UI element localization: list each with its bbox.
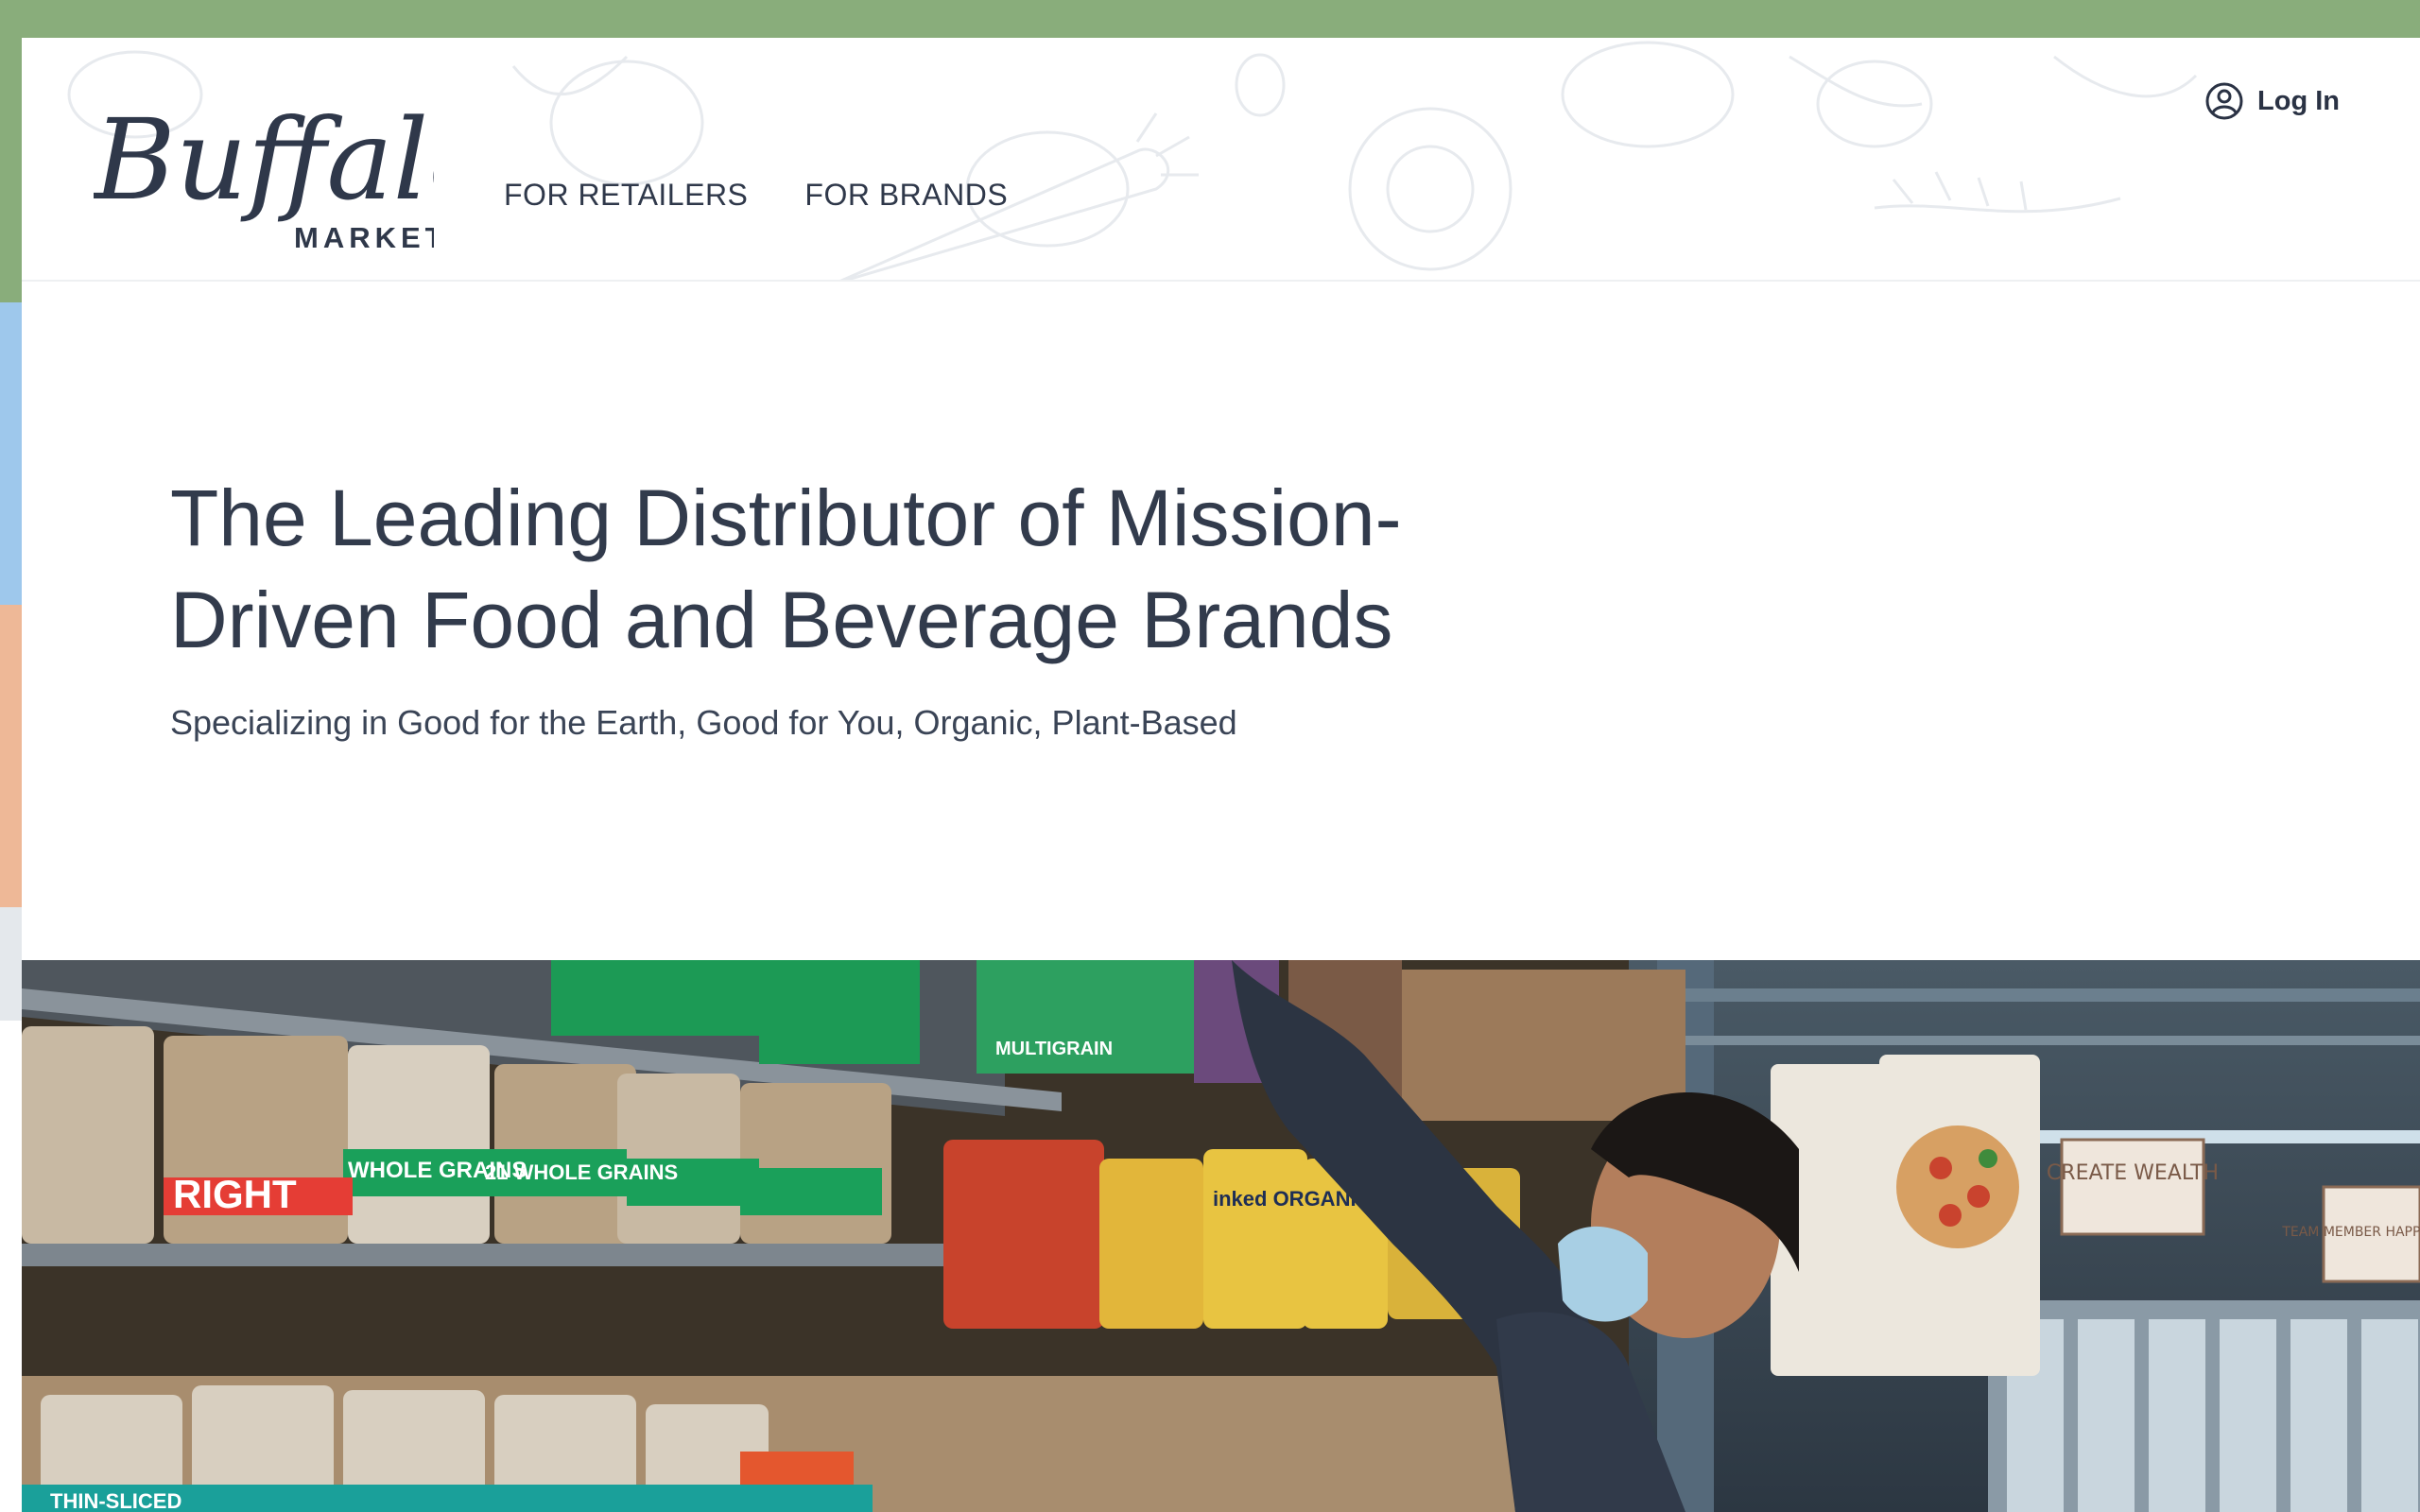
side-stripe-blue: [0, 302, 22, 605]
hero-subtitle: Specializing in Good for the Earth, Good…: [170, 703, 1237, 742]
nav-for-retailers[interactable]: FOR RETAILERS: [504, 178, 748, 213]
side-stripe-peach: [0, 605, 22, 907]
svg-text:MULTIGRAIN: MULTIGRAIN: [995, 1039, 1113, 1059]
top-accent-bar: [0, 0, 2420, 38]
hero-title: The Leading Distributor of Mission-Drive…: [170, 473, 1402, 664]
nav-for-brands[interactable]: FOR BRANDS: [804, 178, 1008, 213]
svg-text:21 WHOLE GRAINS: 21 WHOLE GRAINS: [485, 1160, 678, 1184]
user-circle-icon: [2205, 82, 2243, 120]
buffalo-market-logo[interactable]: Buffalo MARKET: [92, 66, 495, 265]
svg-text:THIN-SLICED: THIN-SLICED: [50, 1489, 182, 1512]
login-label: Log In: [2257, 85, 2340, 116]
site-header: Buffalo MARKET FOR RETAILERS FOR BRANDS …: [22, 38, 2420, 282]
login-button[interactable]: Log In: [2204, 81, 2340, 121]
grocery-shelf-image: CREATE WEALTH TEAM MEMBER HAPPINESS RIGH…: [22, 960, 2420, 1512]
svg-text:MARKET: MARKET: [294, 221, 434, 254]
main-nav: FOR RETAILERS FOR BRANDS: [504, 178, 1008, 213]
svg-text:CREATE WEALTH: CREATE WEALTH: [2047, 1161, 2219, 1185]
side-stripe-green: [0, 38, 22, 302]
side-stripe-gray: [0, 907, 22, 1021]
svg-text:RIGHT: RIGHT: [173, 1172, 297, 1216]
svg-text:TEAM MEMBER HAPPINESS: TEAM MEMBER HAPPINESS: [2281, 1225, 2420, 1240]
svg-text:Buffalo: Buffalo: [94, 94, 434, 225]
